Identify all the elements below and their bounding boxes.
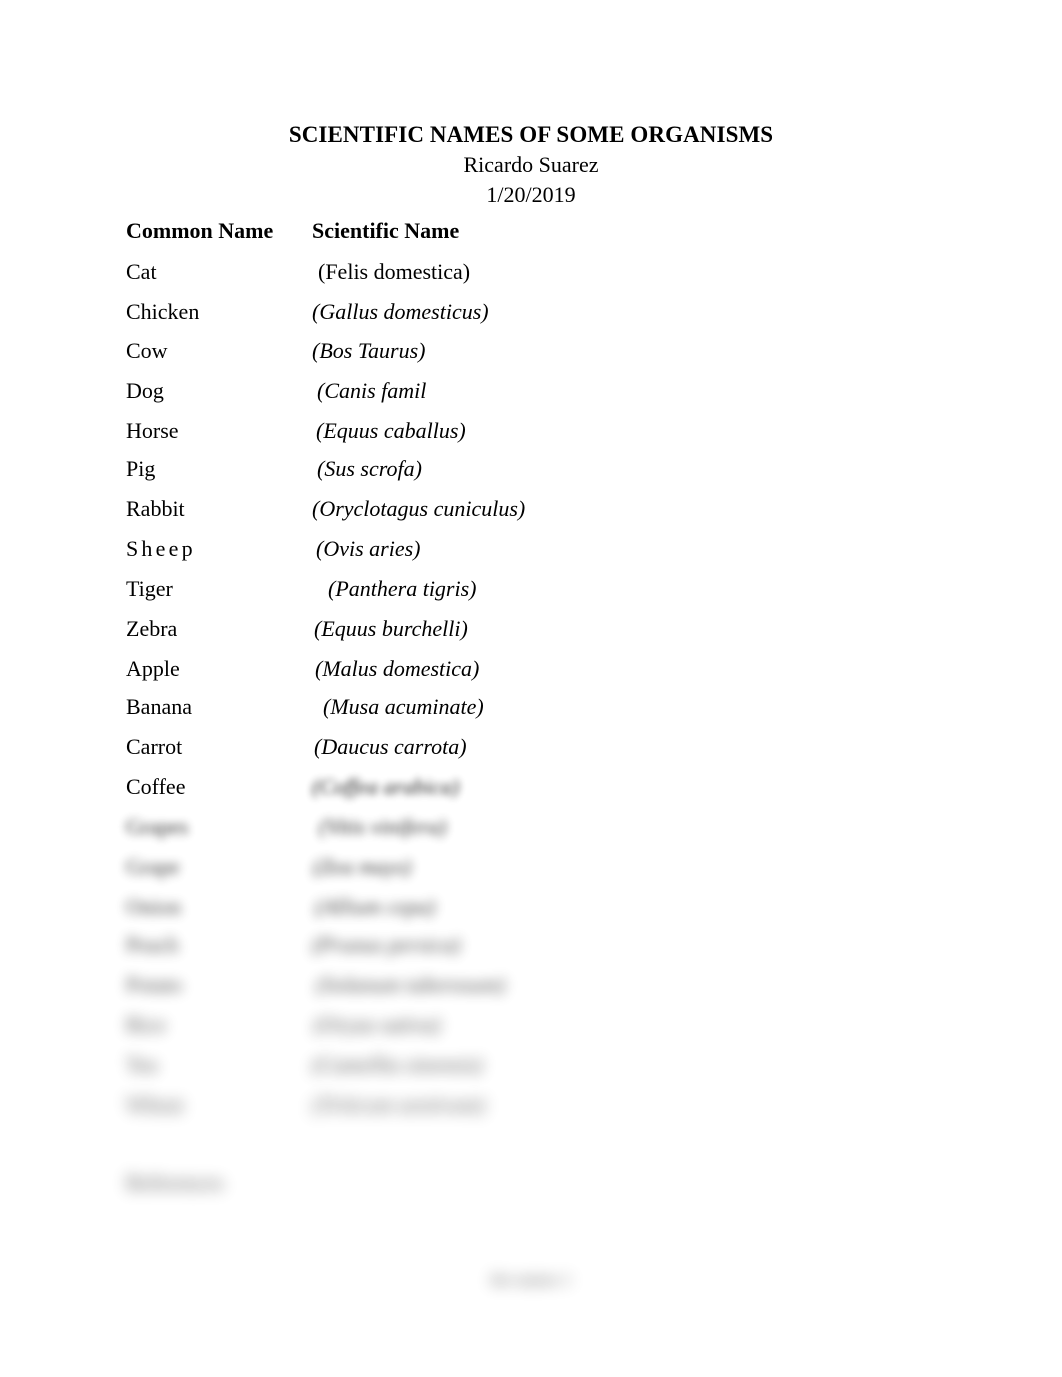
table-row: Apple (Malus domestica) <box>126 653 926 687</box>
table-row: Rabbit (Oryclotagus cuniculus) <box>126 493 926 527</box>
common-name-cell: Wheat <box>126 1092 184 1117</box>
table-row: Cow (Bos Taurus) <box>126 335 926 369</box>
table-row: Potato (Solanum tuberosum) <box>126 969 926 1003</box>
scientific-name-cell: (Ovis aries) <box>316 536 421 561</box>
table-row: Banana (Musa acuminate) <box>126 691 926 725</box>
table-row: Grapes (Vitis vinifera) <box>126 811 926 845</box>
common-name-cell: Potato <box>126 972 183 997</box>
scientific-name-cell: (Oryza sativa) <box>314 1012 441 1037</box>
table-row: Zebra (Equus burchelli) <box>126 613 926 647</box>
table-row: Onion (Allium cepa) <box>126 891 926 925</box>
table-row: Sheep (Ovis aries) <box>126 533 926 567</box>
scientific-name-cell: (Camellia sinensis) <box>312 1052 483 1077</box>
table-row: Rice (Oryza sativa) <box>126 1009 926 1043</box>
common-name-cell: Banana <box>126 694 192 719</box>
references-heading: References <box>126 1170 224 1195</box>
document-page: SCIENTIFIC NAMES OF SOME ORGANISMS Ricar… <box>0 0 1062 1377</box>
scientific-name-cell: (Malus domestica) <box>315 656 480 681</box>
common-name-cell: Rice <box>126 1012 167 1037</box>
common-name-cell: Sheep <box>126 536 196 561</box>
common-name-cell: Cat <box>126 259 157 284</box>
scientific-name-cell: (Solanum tuberosum) <box>316 972 506 997</box>
scientific-name-cell: (Musa acuminate) <box>323 694 484 719</box>
table-row: Horse (Equus caballus) <box>126 415 926 449</box>
table-row: Dog (Canis famil <box>126 375 926 409</box>
scientific-name-cell: (Vitis vinifera) <box>319 814 447 839</box>
common-name-cell: Grape <box>126 854 180 879</box>
scientific-name-cell: (Bos Taurus) <box>312 338 426 363</box>
scientific-name-cell: (Zea mays) <box>313 854 412 879</box>
common-name-cell: Dog <box>126 378 164 403</box>
common-name-cell: Chicken <box>126 299 200 324</box>
scientific-name-cell: (Gallus domesticus) <box>312 299 489 324</box>
scientific-name-cell: (Felis domestica) <box>318 259 471 284</box>
scientific-name-cell: (Equus caballus) <box>316 418 466 443</box>
common-name-cell: Rabbit <box>126 496 185 521</box>
common-name-cell: Onion <box>126 894 181 919</box>
common-name-cell: Tea <box>126 1052 158 1077</box>
scientific-name-cell: (Oryclotagus cuniculus) <box>312 496 526 521</box>
table-row: Grape (Zea mays) <box>126 851 926 885</box>
common-name-cell: Peach <box>126 932 179 957</box>
scientific-name-cell: (Prunus persica) <box>312 932 461 957</box>
table-row: Coffee (Coffea arabica) <box>126 771 926 805</box>
common-name-cell: Tiger <box>126 576 173 601</box>
scientific-name-cell: (Allium cepa) <box>315 894 436 919</box>
common-name-cell: Grapes <box>126 814 189 839</box>
common-name-cell: Apple <box>126 656 180 681</box>
scientific-name-cell: (Daucus carrota) <box>314 734 467 759</box>
common-name-cell: Cow <box>126 338 168 363</box>
table-row: Pig (Sus scrofa) <box>126 453 926 487</box>
common-name-cell: Carrot <box>126 734 183 759</box>
table-row: Tiger (Panthera tigris) <box>126 573 926 607</box>
scientific-name-cell: (Panthera tigris) <box>328 576 477 601</box>
table-row: Tea (Camellia sinensis) <box>126 1049 926 1083</box>
table-row: Wheat (Triticum aestivum) <box>126 1089 926 1123</box>
table-row: Peach (Prunus persica) <box>126 929 926 963</box>
common-name-cell: Horse <box>126 418 179 443</box>
page-footer: the names 1 <box>490 1270 572 1289</box>
scientific-name-cell: (Triticum aestivum) <box>312 1092 485 1117</box>
common-name-cell: Pig <box>126 456 156 481</box>
table-row: Chicken (Gallus domesticus) <box>126 296 926 330</box>
table-row: Cat (Felis domestica) <box>126 256 926 290</box>
table-row: Carrot (Daucus carrota) <box>126 731 926 765</box>
scientific-name-cell: (Sus scrofa) <box>317 456 422 481</box>
scientific-name-cell: (Canis famil <box>317 378 427 403</box>
scientific-name-cell: (Equus burchelli) <box>314 616 468 641</box>
common-name-cell: Zebra <box>126 616 178 641</box>
scientific-name-cell: (Coffea arabica) <box>312 774 460 799</box>
common-name-cell: Coffee <box>126 774 186 799</box>
